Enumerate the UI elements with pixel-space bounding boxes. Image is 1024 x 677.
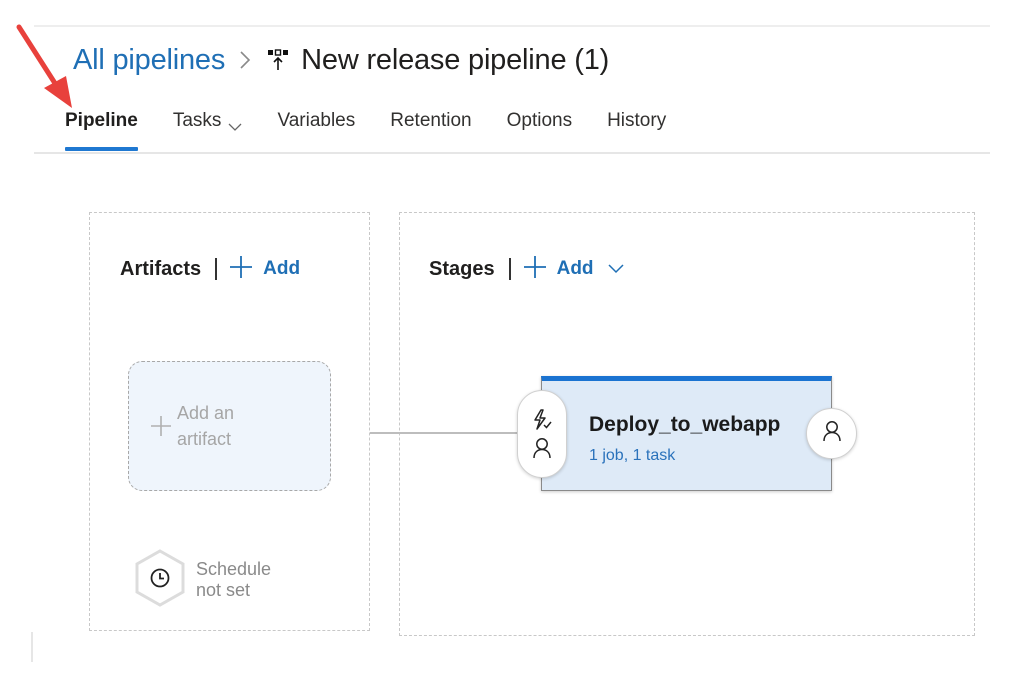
stage-card[interactable]: Deploy_to_webapp 1 job, 1 task xyxy=(541,376,832,491)
post-approval-person-icon xyxy=(822,420,842,447)
tab-divider xyxy=(34,152,990,154)
breadcrumb-all-pipelines-link[interactable]: All pipelines xyxy=(73,44,225,77)
top-divider xyxy=(34,25,990,27)
tab-label: Variables xyxy=(277,110,356,131)
tab-label: Options xyxy=(506,110,573,131)
pre-approval-person-icon[interactable] xyxy=(532,437,552,459)
add-label: Add xyxy=(556,258,594,279)
tab-options[interactable]: Options xyxy=(507,110,572,152)
release-pipeline-icon xyxy=(267,48,289,72)
stage-name: Deploy_to_webapp xyxy=(589,413,781,436)
schedule-trigger[interactable]: Schedule not set xyxy=(134,549,271,612)
post-approval-button[interactable] xyxy=(806,408,857,459)
add-artifact-text: Add an artifact xyxy=(177,400,234,452)
artifact-stage-connector xyxy=(370,432,518,434)
tab-bar: Pipeline Tasks Variables Retention Optio… xyxy=(65,110,701,152)
header-divider xyxy=(508,258,511,280)
plus-icon xyxy=(229,255,253,284)
chevron-right-icon xyxy=(239,50,251,70)
left-gutter-line xyxy=(31,632,33,662)
tab-label: History xyxy=(607,110,667,131)
schedule-clock-icon xyxy=(134,549,186,612)
page-title: New release pipeline (1) xyxy=(301,43,610,76)
add-artifact-button[interactable]: Add xyxy=(229,255,300,284)
plus-icon xyxy=(151,415,171,441)
tab-retention[interactable]: Retention xyxy=(390,110,471,152)
schedule-line1: Schedule xyxy=(196,558,272,579)
tab-label: Pipeline xyxy=(65,110,138,131)
pre-deployment-conditions xyxy=(517,390,567,478)
add-label: Add xyxy=(263,258,301,279)
artifacts-header: Artifacts Add xyxy=(120,255,300,283)
artifacts-title: Artifacts xyxy=(120,257,202,280)
stages-header: Stages Add xyxy=(429,255,624,283)
add-stage-button[interactable]: Add xyxy=(523,255,624,284)
schedule-line2: not set xyxy=(196,579,251,600)
schedule-text: Schedule not set xyxy=(196,559,271,601)
stages-title: Stages xyxy=(429,257,495,280)
add-artifact-line2: artifact xyxy=(177,429,232,449)
add-artifact-placeholder[interactable]: Add an artifact xyxy=(128,361,331,491)
header-divider xyxy=(215,258,218,280)
tab-variables[interactable]: Variables xyxy=(277,110,355,152)
breadcrumb: All pipelines New release pipeline (1) xyxy=(73,40,609,80)
trigger-lightning-icon[interactable] xyxy=(531,409,553,431)
tab-label: Retention xyxy=(390,110,472,131)
tab-tasks[interactable]: Tasks xyxy=(173,110,243,152)
artifacts-panel: Artifacts Add Add an artifact Schedule n… xyxy=(89,212,370,631)
stage-summary-link[interactable]: 1 job, 1 task xyxy=(589,447,675,465)
add-artifact-line1: Add an xyxy=(177,403,235,423)
chevron-down-icon xyxy=(608,264,624,274)
plus-icon xyxy=(523,255,547,284)
tab-history[interactable]: History xyxy=(607,110,666,152)
tab-label: Tasks xyxy=(172,110,222,131)
tab-pipeline[interactable]: Pipeline xyxy=(65,110,138,152)
chevron-down-icon xyxy=(228,116,242,138)
